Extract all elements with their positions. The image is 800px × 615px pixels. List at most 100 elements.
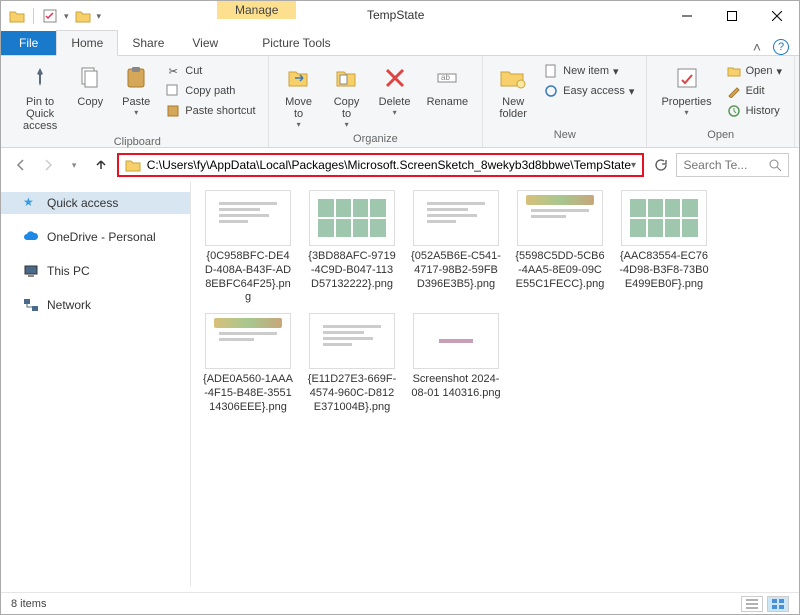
properties-icon[interactable] bbox=[40, 6, 60, 26]
copy-to-button[interactable]: Copy to▾ bbox=[325, 60, 369, 131]
file-item[interactable]: {052A5B6E-C541-4717-98B2-59FBD396E3B5}.p… bbox=[411, 190, 501, 305]
new-folder-button[interactable]: New folder bbox=[491, 60, 535, 122]
copy-path-button[interactable]: Copy path bbox=[161, 82, 259, 100]
file-thumbnail bbox=[309, 190, 395, 246]
file-tab[interactable]: File bbox=[1, 31, 56, 55]
file-item[interactable]: {ADE0A560-1AAA-4F15-B48E-355114306EEE}.p… bbox=[203, 313, 293, 414]
open-icon bbox=[726, 63, 742, 79]
new-folder-qat-icon[interactable] bbox=[73, 6, 93, 26]
clipboard-group-label: Clipboard bbox=[114, 134, 161, 150]
pin-quick-access-button[interactable]: Pin to Quick access bbox=[15, 60, 65, 134]
open-button[interactable]: Open ▾ bbox=[722, 62, 786, 80]
easy-access-button[interactable]: Easy access ▾ bbox=[539, 82, 638, 100]
search-icon bbox=[769, 159, 782, 172]
refresh-button[interactable] bbox=[650, 154, 670, 176]
organize-group-label: Organize bbox=[353, 131, 398, 147]
move-to-label: Move to bbox=[285, 96, 312, 120]
file-thumbnail bbox=[205, 190, 291, 246]
open-group-label: Open bbox=[707, 127, 734, 143]
view-tab[interactable]: View bbox=[178, 31, 232, 55]
ribbon-group-organize: Move to▾ Copy to▾ Delete▾ ab Rename Orga… bbox=[269, 56, 484, 147]
manage-tab-header: Manage bbox=[217, 1, 296, 19]
collapse-ribbon-icon[interactable]: ˄ bbox=[753, 39, 761, 55]
ribbon-group-new: New folder New item ▾ Easy access ▾ New bbox=[483, 56, 647, 147]
up-button[interactable] bbox=[90, 154, 110, 176]
item-count: 8 items bbox=[11, 598, 46, 610]
new-group-label: New bbox=[554, 127, 576, 143]
cut-button[interactable]: ✂Cut bbox=[161, 62, 259, 80]
rename-icon: ab bbox=[431, 62, 463, 94]
titlebar: ▾ ▾ Manage TempState bbox=[1, 1, 799, 31]
copy-path-icon bbox=[165, 83, 181, 99]
rename-label: Rename bbox=[427, 96, 469, 108]
ribbon-group-clipboard: Pin to Quick access Copy Paste ▾ ✂Cut Co… bbox=[7, 56, 269, 147]
edit-button[interactable]: Edit bbox=[722, 82, 786, 100]
copy-icon bbox=[74, 62, 106, 94]
ribbon: Pin to Quick access Copy Paste ▾ ✂Cut Co… bbox=[1, 56, 799, 148]
file-item[interactable]: {5598C5DD-5CB6-4AA5-8E09-09CE55C1FECC}.p… bbox=[515, 190, 605, 305]
properties-button[interactable]: Properties▾ bbox=[655, 60, 717, 119]
home-tab[interactable]: Home bbox=[56, 30, 118, 56]
forward-button[interactable] bbox=[37, 154, 57, 176]
body: ★ Quick access OneDrive - Personal This … bbox=[1, 182, 799, 586]
svg-text:ab: ab bbox=[441, 73, 450, 82]
nav-onedrive[interactable]: OneDrive - Personal bbox=[1, 226, 190, 248]
star-icon: ★ bbox=[23, 195, 39, 211]
delete-icon bbox=[379, 62, 411, 94]
ribbon-group-select: Select all Select none Invert selection … bbox=[795, 56, 800, 147]
picture-tools-tab[interactable]: Picture Tools bbox=[250, 31, 342, 55]
file-thumbnail bbox=[517, 190, 603, 246]
ribbon-group-open: Properties▾ Open ▾ Edit History Open bbox=[647, 56, 795, 147]
paste-shortcut-button[interactable]: Paste shortcut bbox=[161, 102, 259, 120]
nav-quick-access[interactable]: ★ Quick access bbox=[1, 192, 190, 214]
new-folder-label: New folder bbox=[499, 96, 527, 120]
cloud-icon bbox=[23, 229, 39, 245]
move-to-button[interactable]: Move to▾ bbox=[277, 60, 321, 131]
address-path: C:\Users\fy\AppData\Local\Packages\Micro… bbox=[147, 158, 631, 172]
recent-dropdown-icon[interactable]: ▾ bbox=[64, 154, 84, 176]
search-input[interactable] bbox=[683, 158, 763, 172]
rename-button[interactable]: ab Rename bbox=[421, 60, 475, 110]
file-name: {E11D27E3-669F-4574-960C-D812E371004B}.p… bbox=[307, 373, 397, 414]
address-box[interactable]: C:\Users\fy\AppData\Local\Packages\Micro… bbox=[117, 153, 644, 177]
nav-network[interactable]: Network bbox=[1, 294, 190, 316]
delete-button[interactable]: Delete▾ bbox=[373, 60, 417, 119]
file-item[interactable]: {AAC83554-EC76-4D98-B3F8-73B0E499EB0F}.p… bbox=[619, 190, 709, 305]
file-item[interactable]: {0C958BFC-DE4D-408A-B43F-AD8EBFC64F25}.p… bbox=[203, 190, 293, 305]
file-item[interactable]: Screenshot 2024-08-01 140316.png bbox=[411, 313, 501, 414]
file-name: {052A5B6E-C541-4717-98B2-59FBD396E3B5}.p… bbox=[411, 250, 501, 291]
maximize-button[interactable] bbox=[709, 1, 754, 31]
minimize-button[interactable] bbox=[664, 1, 709, 31]
cut-icon: ✂ bbox=[165, 63, 181, 79]
thumbnails-view-button[interactable] bbox=[767, 596, 789, 612]
history-button[interactable]: History bbox=[722, 102, 786, 120]
share-tab[interactable]: Share bbox=[118, 31, 178, 55]
details-view-button[interactable] bbox=[741, 596, 763, 612]
file-thumbnail bbox=[205, 313, 291, 369]
folder-icon bbox=[7, 6, 27, 26]
new-item-button[interactable]: New item ▾ bbox=[539, 62, 638, 80]
nav-this-pc[interactable]: This PC bbox=[1, 260, 190, 282]
window-title: TempState bbox=[367, 8, 424, 22]
file-name: {5598C5DD-5CB6-4AA5-8E09-09CE55C1FECC}.p… bbox=[515, 250, 605, 291]
close-button[interactable] bbox=[754, 1, 799, 31]
window-buttons bbox=[664, 1, 799, 31]
help-icon[interactable]: ? bbox=[773, 39, 789, 55]
pc-icon bbox=[23, 263, 39, 279]
pin-icon bbox=[24, 62, 56, 94]
file-item[interactable]: {E11D27E3-669F-4574-960C-D812E371004B}.p… bbox=[307, 313, 397, 414]
qat-dropdown-icon[interactable]: ▾ bbox=[64, 11, 69, 22]
edit-icon bbox=[726, 83, 742, 99]
separator bbox=[33, 8, 34, 24]
paste-button[interactable]: Paste ▾ bbox=[115, 60, 157, 119]
file-item[interactable]: {3BD88AFC-9719-4C9D-B047-113D57132222}.p… bbox=[307, 190, 397, 305]
ribbon-tabs: File Home Share View Picture Tools ˄ ? bbox=[1, 31, 799, 56]
file-list[interactable]: {0C958BFC-DE4D-408A-B43F-AD8EBFC64F25}.p… bbox=[191, 182, 799, 586]
copy-to-icon bbox=[331, 62, 363, 94]
back-button[interactable] bbox=[11, 154, 31, 176]
search-box[interactable] bbox=[676, 153, 789, 177]
copy-button[interactable]: Copy bbox=[69, 60, 111, 110]
qat-customize-icon[interactable]: ▾ bbox=[97, 11, 102, 22]
properties-icon bbox=[671, 62, 703, 94]
address-dropdown-icon[interactable]: ▾ bbox=[631, 160, 636, 171]
